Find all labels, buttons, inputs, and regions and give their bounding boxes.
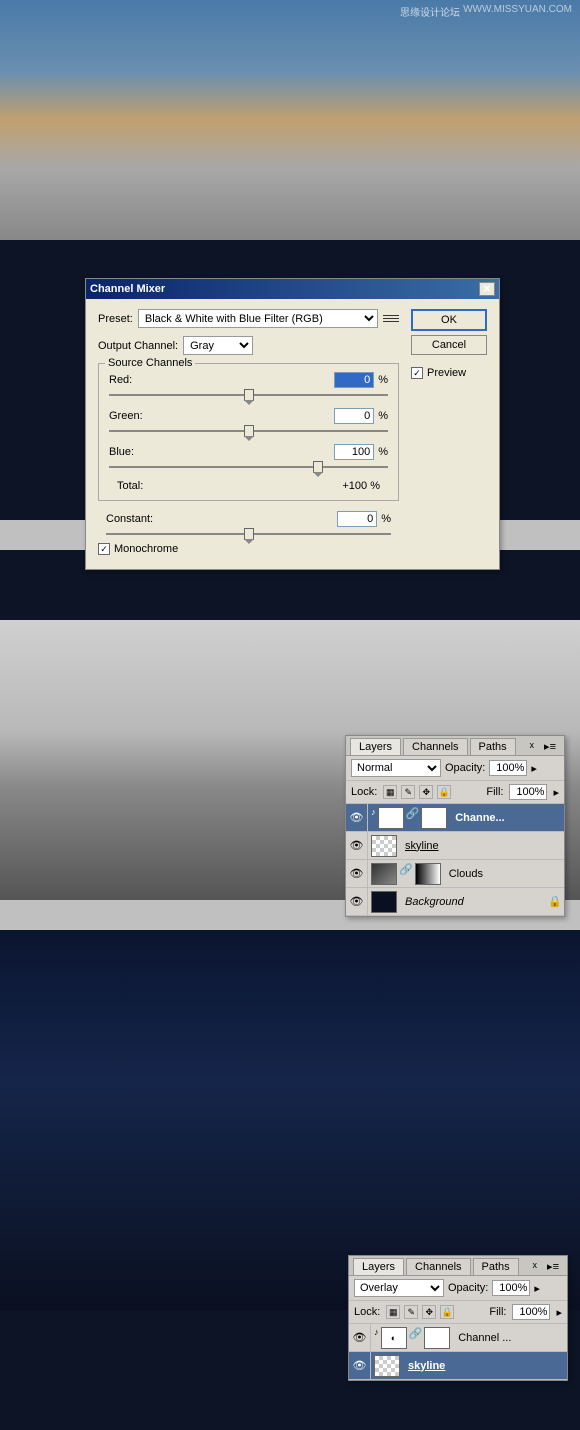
constant-input[interactable]	[337, 511, 377, 527]
layer-name: skyline	[403, 1360, 567, 1372]
lock-position-icon[interactable]: ✥	[419, 785, 433, 799]
lock-transparency-icon[interactable]: ▦	[383, 785, 397, 799]
layer-row[interactable]: 👁 ♪◐🔗 Channe...	[346, 804, 564, 832]
tab-paths[interactable]: Paths	[473, 1258, 519, 1275]
output-channel-select[interactable]: Gray	[183, 336, 253, 355]
fill-input[interactable]	[512, 1304, 550, 1320]
blend-mode-select[interactable]: Overlay	[354, 1279, 444, 1297]
layer-name: Channe...	[450, 812, 564, 824]
lock-label: Lock:	[351, 786, 377, 798]
eye-icon[interactable]: 👁	[346, 860, 368, 887]
lock-all-icon[interactable]: 🔒	[440, 1305, 454, 1319]
eye-icon[interactable]: 👁	[346, 832, 368, 859]
tab-paths[interactable]: Paths	[470, 738, 516, 755]
opacity-label: Opacity:	[448, 1282, 488, 1294]
night-photo	[0, 930, 580, 1310]
ok-button[interactable]: OK	[411, 309, 487, 331]
watermark-url: WWW.MISSYUAN.COM	[463, 4, 572, 15]
blue-label: Blue:	[109, 446, 134, 458]
layer-row[interactable]: 👁 🔗 Clouds	[346, 860, 564, 888]
blend-mode-select[interactable]: Normal	[351, 759, 441, 777]
fill-label: Fill:	[489, 1306, 506, 1318]
red-slider[interactable]	[109, 394, 388, 396]
watermark-cn: 思缘设计论坛	[400, 4, 460, 19]
lock-label: Lock:	[354, 1306, 380, 1318]
lock-icon: 🔒	[546, 895, 564, 908]
total-label: Total:	[117, 480, 143, 492]
preview-label: Preview	[427, 367, 466, 379]
output-channel-label: Output Channel:	[98, 340, 178, 352]
lock-paint-icon[interactable]: ✎	[404, 1305, 418, 1319]
eye-icon[interactable]: 👁	[346, 804, 368, 831]
opacity-arrow-icon[interactable]: ▸	[531, 762, 537, 775]
lock-position-icon[interactable]: ✥	[422, 1305, 436, 1319]
layers-panel-1: Layers Channels Paths x ▸≡ Normal Opacit…	[345, 735, 565, 917]
constant-slider[interactable]	[106, 533, 391, 535]
dialog-title: Channel Mixer	[90, 283, 165, 295]
layer-row[interactable]: 👁 skyline	[349, 1352, 567, 1380]
lock-all-icon[interactable]: 🔒	[437, 785, 451, 799]
panel-menu-icon[interactable]: ▸≡	[540, 738, 560, 755]
fill-input[interactable]	[509, 784, 547, 800]
red-label: Red:	[109, 374, 132, 386]
monochrome-checkbox[interactable]: ✓	[98, 543, 110, 555]
eye-icon[interactable]: 👁	[349, 1352, 371, 1379]
lock-transparency-icon[interactable]: ▦	[386, 1305, 400, 1319]
tab-channels[interactable]: Channels	[403, 738, 467, 755]
source-legend: Source Channels	[105, 357, 195, 369]
fill-arrow-icon[interactable]: ▸	[556, 1306, 562, 1319]
preset-menu-icon[interactable]	[383, 311, 399, 327]
blue-slider[interactable]	[109, 466, 388, 468]
channel-mixer-dialog: Channel Mixer ✕ Preset: Black & White wi…	[85, 278, 500, 570]
fill-label: Fill:	[486, 786, 503, 798]
green-slider[interactable]	[109, 430, 388, 432]
lock-paint-icon[interactable]: ✎	[401, 785, 415, 799]
total-value: +100	[342, 480, 367, 492]
monochrome-label: Monochrome	[114, 543, 178, 555]
panel-menu-icon[interactable]: ▸≡	[543, 1258, 563, 1275]
opacity-arrow-icon[interactable]: ▸	[534, 1282, 540, 1295]
layer-name: Channel ...	[453, 1332, 567, 1344]
layer-name: skyline	[400, 840, 564, 852]
preview-checkbox[interactable]: ✓	[411, 367, 423, 379]
opacity-input[interactable]	[492, 1280, 530, 1296]
constant-label: Constant:	[106, 513, 153, 525]
close-icon[interactable]: ✕	[479, 282, 495, 296]
top-photo: 思缘设计论坛 WWW.MISSYUAN.COM	[0, 0, 580, 240]
layer-name: Background	[400, 896, 546, 908]
eye-icon[interactable]: 👁	[349, 1324, 371, 1351]
cancel-button[interactable]: Cancel	[411, 335, 487, 355]
preset-select[interactable]: Black & White with Blue Filter (RGB)	[138, 309, 378, 328]
opacity-label: Opacity:	[445, 762, 485, 774]
fill-arrow-icon[interactable]: ▸	[553, 786, 559, 799]
dialog-titlebar[interactable]: Channel Mixer ✕	[86, 279, 499, 299]
green-input[interactable]	[334, 408, 374, 424]
eye-icon[interactable]: 👁	[346, 888, 368, 915]
opacity-input[interactable]	[489, 760, 527, 776]
layer-row[interactable]: 👁 Background 🔒	[346, 888, 564, 916]
layers-panel-2: Layers Channels Paths x ▸≡ Overlay Opaci…	[348, 1255, 568, 1381]
layer-row[interactable]: 👁 skyline	[346, 832, 564, 860]
layer-name: Clouds	[444, 868, 564, 880]
green-label: Green:	[109, 410, 143, 422]
tab-layers[interactable]: Layers	[353, 1258, 404, 1275]
preset-label: Preset:	[98, 313, 133, 325]
panel-close-icon[interactable]: x	[526, 738, 539, 755]
layer-row[interactable]: 👁 ♪◐🔗 Channel ...	[349, 1324, 567, 1352]
source-channels-fieldset: Source Channels Red: % Green: %	[98, 363, 399, 501]
tab-channels[interactable]: Channels	[406, 1258, 470, 1275]
tab-layers[interactable]: Layers	[350, 738, 401, 755]
blue-input[interactable]	[334, 444, 374, 460]
red-input[interactable]	[334, 372, 374, 388]
panel-close-icon[interactable]: x	[529, 1258, 542, 1275]
